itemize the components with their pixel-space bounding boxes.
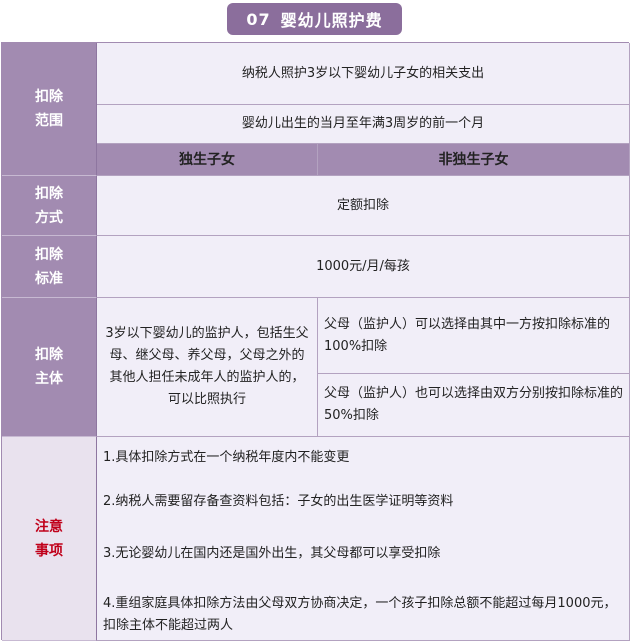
method-header-line2: 方式 xyxy=(35,209,63,226)
section-title-text: 婴幼儿照护费 xyxy=(280,11,383,30)
scope-line2: 婴幼儿出生的当月至年满3周岁的前一个月 xyxy=(97,105,630,144)
notes-header-line1: 注意 xyxy=(35,518,63,535)
subject-option-50: 父母（监护人）也可以选择由双方分别按扣除标准的50%扣除 xyxy=(318,374,630,437)
scope-header: 扣除 范围 xyxy=(2,43,97,176)
subject-header: 扣除 主体 xyxy=(2,298,97,437)
subject-header-line1: 扣除 xyxy=(35,347,63,363)
notes-header: 注意 事项 xyxy=(2,437,97,641)
standard-value: 1000元/月/每孩 xyxy=(97,236,630,298)
note-item: 4.重组家庭具体扣除方法由父母双方协商决定，一个孩子扣除总额不能超过每月1000… xyxy=(103,596,617,633)
standard-header-line1: 扣除 xyxy=(35,246,63,263)
scope-line1: 纳税人照护3岁以下婴幼儿子女的相关支出 xyxy=(97,43,630,105)
subject-only-child-text: 3岁以下婴幼儿的监护人，包括生父母、继父母、养父母，父母之外的其他人担任未成年人… xyxy=(97,298,318,437)
note-item: 2.纳税人需要留存备查资料包括：子女的出生医学证明等资料 xyxy=(103,494,454,509)
standard-header-line2: 标准 xyxy=(35,270,63,287)
subject-option-100: 父母（监护人）可以选择由其中一方按扣除标准的100%扣除 xyxy=(318,298,630,374)
subject-header-line2: 主体 xyxy=(35,371,63,387)
scope-header-line2: 范围 xyxy=(35,113,63,129)
section-title: 07 婴幼儿照护费 xyxy=(227,3,402,35)
deduction-table: 扣除 范围 纳税人照护3岁以下婴幼儿子女的相关支出 婴幼儿出生的当月至年满3周岁… xyxy=(1,42,630,641)
scope-header-line1: 扣除 xyxy=(35,89,63,105)
notes-list: 1.具体扣除方式在一个纳税年度内不能变更 2.纳税人需要留存备查资料包括：子女的… xyxy=(97,437,630,641)
standard-header: 扣除 标准 xyxy=(2,236,97,298)
section-number: 07 xyxy=(246,9,271,29)
note-item: 1.具体扣除方式在一个纳税年度内不能变更 xyxy=(103,450,350,465)
method-header: 扣除 方式 xyxy=(2,176,97,236)
column-only-child: 独生子女 xyxy=(97,144,318,176)
method-header-line1: 扣除 xyxy=(35,185,63,202)
notes-header-line2: 事项 xyxy=(35,542,63,559)
column-not-only-child: 非独生子女 xyxy=(318,144,630,176)
note-item: 3.无论婴幼儿在国内还是国外出生，其父母都可以享受扣除 xyxy=(103,546,441,561)
method-value: 定额扣除 xyxy=(97,176,630,236)
